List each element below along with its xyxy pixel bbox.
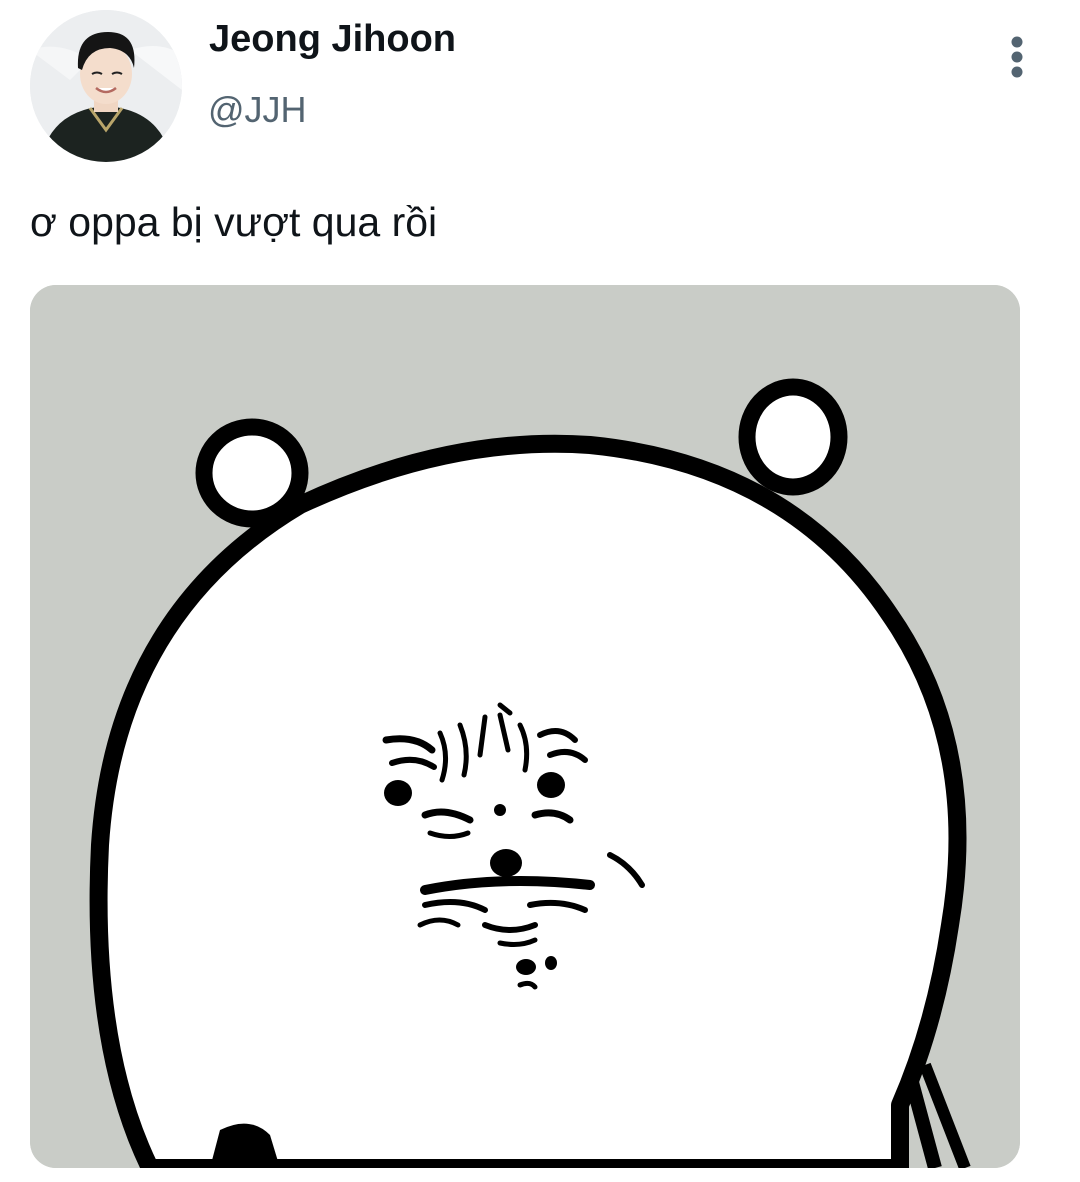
avatar-photo <box>30 10 182 162</box>
author-display-name[interactable]: Jeong Jihoon <box>209 20 456 58</box>
more-vertical-icon <box>1011 36 1023 78</box>
tweet-media-image[interactable] <box>30 285 1020 1168</box>
tweet-text: ơ oppa bị vượt qua rồi <box>30 199 438 245</box>
more-options-button[interactable] <box>994 32 1040 82</box>
author-avatar[interactable] <box>30 10 182 162</box>
meme-bear-drawing <box>30 285 1020 1168</box>
author-handle[interactable]: @JJH <box>208 92 307 128</box>
